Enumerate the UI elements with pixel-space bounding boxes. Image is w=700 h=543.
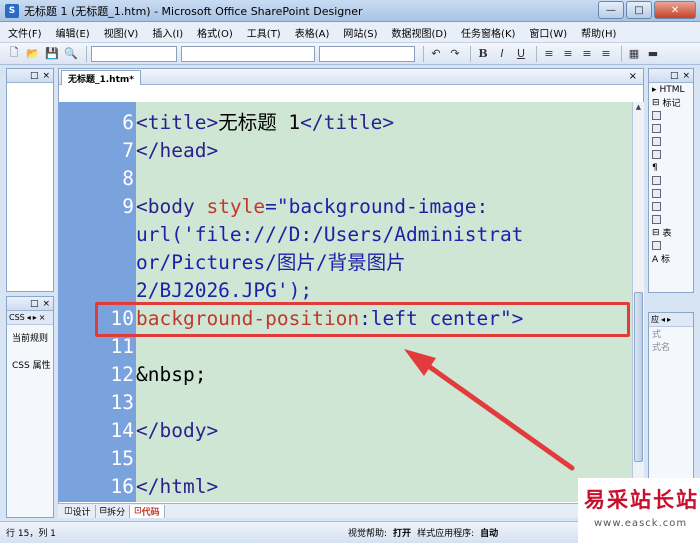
tag-icon bbox=[652, 202, 661, 211]
style-application-label: 样式应用程序: bbox=[417, 529, 475, 539]
tab-code-label: 代码 bbox=[141, 507, 160, 518]
toolbox-tab-row: ▸ HTML bbox=[649, 83, 693, 96]
toolbox-section-table[interactable]: ⊟ 表 bbox=[649, 226, 693, 240]
tag-icon bbox=[652, 215, 661, 224]
watermark-logo: 易采站长站 www.easck.com bbox=[578, 478, 700, 543]
toolbox-panel: □ × ▸ HTML ⊟ 标记 ¶ ⊟ 表 A 标 bbox=[648, 68, 694, 293]
table-section-label: 表 bbox=[662, 229, 672, 239]
toolbox-item[interactable]: ¶ bbox=[649, 161, 693, 174]
styles-row-label: 式 bbox=[652, 330, 662, 340]
styles-row: 式名 bbox=[649, 340, 693, 353]
toolbox-item[interactable] bbox=[649, 187, 693, 200]
apply-styles-tab[interactable]: 应 bbox=[651, 314, 659, 325]
toolbox-item[interactable] bbox=[649, 109, 693, 122]
panel-header: □ × bbox=[649, 69, 693, 83]
scroll-thumb[interactable] bbox=[634, 292, 643, 462]
tab-design-label: 设计 bbox=[72, 507, 91, 518]
tab-design[interactable]: ◫ 设计 bbox=[60, 504, 96, 518]
tag-icon bbox=[652, 111, 661, 120]
tag-icon bbox=[652, 137, 661, 146]
tags-section-label: 标记 bbox=[662, 99, 681, 109]
annotation-arrow-icon bbox=[404, 349, 575, 471]
toolbox-section-tags[interactable]: ⊟ 标记 bbox=[649, 96, 693, 110]
visual-aid-value[interactable]: 打开 bbox=[393, 526, 411, 539]
collapse-icon[interactable]: ⊟ bbox=[652, 228, 660, 238]
toolbox-item[interactable] bbox=[649, 122, 693, 135]
styles-row-label: 式名 bbox=[652, 343, 671, 353]
tab-left-arrow-icon[interactable]: ◂ bbox=[661, 315, 665, 324]
tag-icon bbox=[652, 150, 661, 159]
collapse-icon[interactable]: ⊟ bbox=[652, 98, 660, 108]
tag-icon bbox=[652, 241, 661, 250]
apply-styles-tab-row: 应 ◂ ▸ bbox=[649, 313, 693, 327]
visual-aid-label: 视觉帮助: bbox=[348, 529, 388, 539]
tab-code[interactable]: ⊡ 代码 bbox=[130, 504, 165, 518]
toolbox-item[interactable] bbox=[649, 174, 693, 187]
tab-split-label: 拆分 bbox=[107, 507, 126, 518]
toolbox-item-label: A 标 bbox=[652, 255, 671, 265]
styles-row: 式 bbox=[649, 327, 693, 340]
tab-arrow-icon[interactable]: ▸ bbox=[652, 85, 657, 95]
view-mode-tabs: ◫ 设计 ⊟ 拆分 ⊡ 代码 bbox=[58, 503, 644, 518]
html-tab[interactable]: HTML bbox=[660, 85, 685, 95]
restore-icon[interactable]: □ bbox=[670, 71, 679, 81]
toolbox-item[interactable] bbox=[649, 135, 693, 148]
style-application-value[interactable]: 自动 bbox=[480, 526, 498, 539]
status-fields: 视觉帮助: 打开 样式应用程序: 自动 bbox=[348, 526, 498, 539]
tab-right-arrow-icon[interactable]: ▸ bbox=[667, 315, 671, 324]
tag-icon bbox=[652, 124, 661, 133]
toolbox-item[interactable] bbox=[649, 239, 693, 252]
tab-split[interactable]: ⊟ 拆分 bbox=[96, 504, 131, 518]
tag-icon bbox=[652, 189, 661, 198]
cursor-position: 行 15，列 1 bbox=[6, 529, 56, 539]
scroll-up-icon[interactable]: ▲ bbox=[634, 103, 643, 113]
toolbox-item[interactable] bbox=[649, 200, 693, 213]
paragraph-icon: ¶ bbox=[652, 162, 658, 173]
close-panel-icon[interactable]: × bbox=[682, 71, 690, 81]
toolbox-item[interactable]: A 标 bbox=[649, 252, 693, 265]
toolbox-item[interactable] bbox=[649, 213, 693, 226]
watermark-text: 易采站长站 bbox=[584, 487, 699, 512]
watermark-url: www.easck.com bbox=[594, 518, 688, 529]
tag-icon bbox=[652, 176, 661, 185]
vertical-scrollbar[interactable]: ▲ ▼ bbox=[632, 102, 644, 502]
toolbox-item[interactable] bbox=[649, 148, 693, 161]
